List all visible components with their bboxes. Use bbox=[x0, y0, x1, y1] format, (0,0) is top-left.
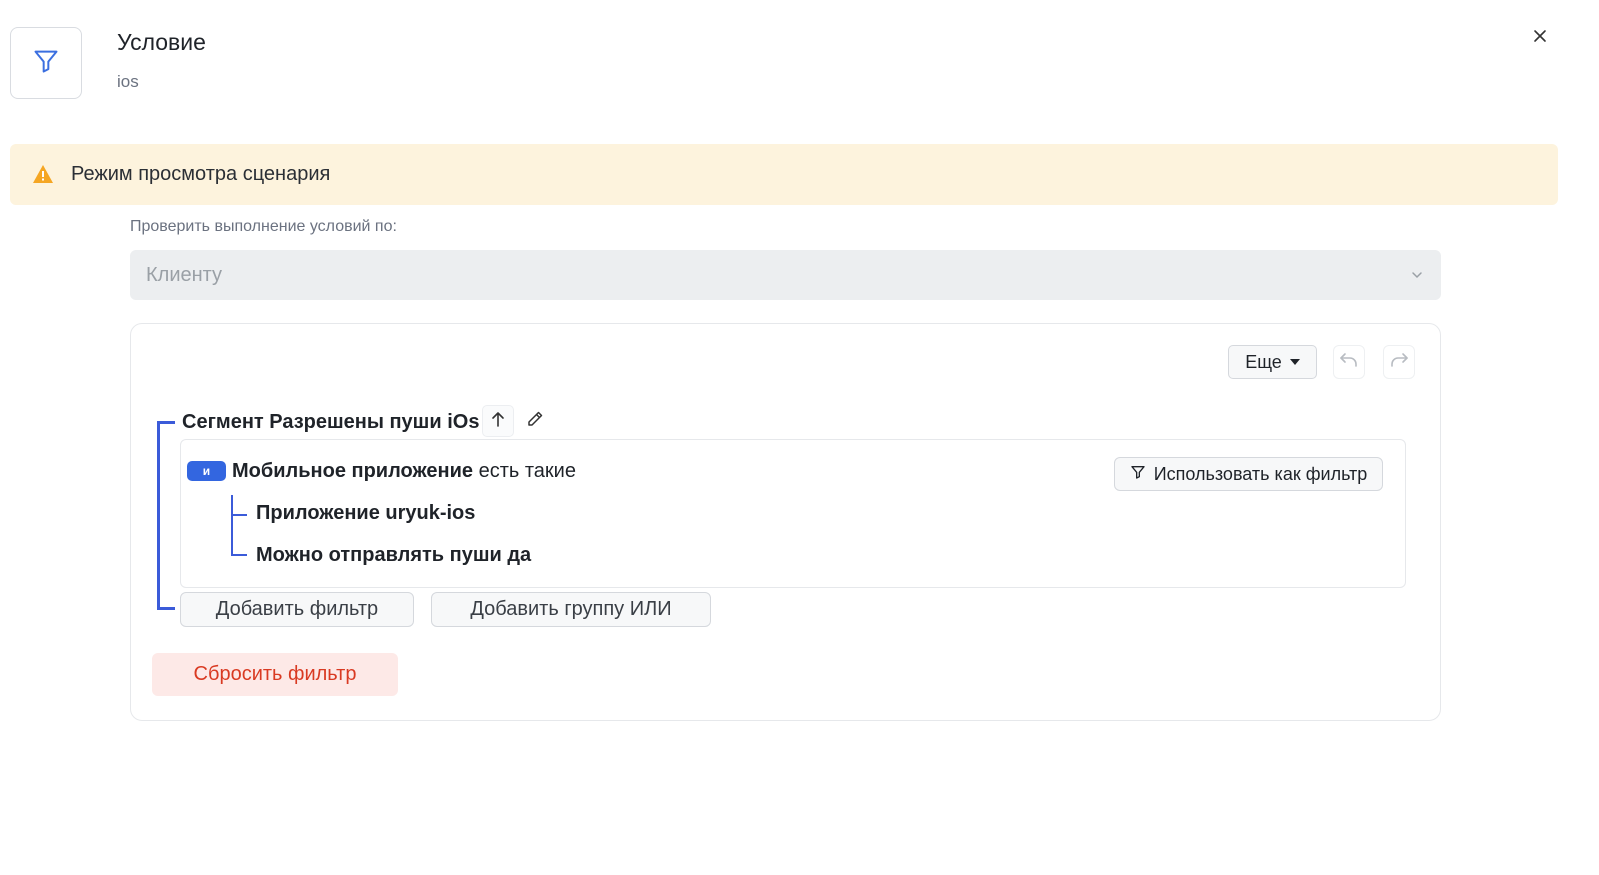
sub-condition-tick bbox=[231, 514, 247, 516]
check-by-value: Клиенту bbox=[146, 263, 223, 286]
undo-icon bbox=[1339, 352, 1359, 373]
use-as-filter-button[interactable]: Использовать как фильтр bbox=[1114, 457, 1383, 491]
check-by-label: Проверить выполнение условий по: bbox=[130, 218, 397, 235]
segment-title: Сегмент Разрешены пуши iOs bbox=[182, 411, 480, 433]
more-dropdown-button[interactable]: Еще bbox=[1228, 345, 1317, 379]
redo-icon bbox=[1389, 352, 1409, 373]
condition-mobile-app: Мобильное приложение есть такие bbox=[232, 457, 576, 485]
reset-filter-button[interactable]: Сбросить фильтр bbox=[152, 653, 398, 696]
sub-condition-bracket bbox=[231, 495, 247, 556]
add-or-group-button[interactable]: Добавить группу ИЛИ bbox=[431, 592, 711, 627]
warning-icon bbox=[32, 164, 54, 186]
segment-bracket bbox=[157, 421, 175, 610]
sub-condition-app: Приложение uryuk-ios bbox=[256, 502, 476, 524]
arrow-up-icon bbox=[491, 411, 505, 432]
redo-button[interactable] bbox=[1383, 345, 1415, 379]
edit-segment-button[interactable] bbox=[519, 405, 551, 437]
page-subtitle: ios bbox=[117, 72, 139, 91]
condition-operator: есть такие bbox=[473, 460, 576, 482]
banner-text: Режим просмотра сценария bbox=[71, 163, 331, 185]
sub-condition-push-allowed: Можно отправлять пуши да bbox=[256, 544, 532, 566]
chevron-down-icon bbox=[1411, 266, 1423, 284]
condition-field: Мобильное приложение bbox=[232, 460, 474, 482]
undo-button[interactable] bbox=[1333, 345, 1365, 379]
move-up-button[interactable] bbox=[482, 405, 514, 437]
pencil-icon bbox=[526, 410, 544, 433]
check-by-select[interactable]: Клиенту bbox=[130, 250, 1441, 300]
and-operator-badge[interactable]: и bbox=[187, 461, 226, 481]
filter-icon bbox=[32, 47, 60, 80]
close-icon bbox=[1532, 28, 1548, 49]
add-filter-button[interactable]: Добавить фильтр bbox=[180, 592, 414, 627]
condition-type-icon-box bbox=[10, 27, 82, 99]
close-button[interactable] bbox=[1528, 26, 1552, 50]
filter-icon bbox=[1130, 464, 1146, 485]
more-label: Еще bbox=[1245, 351, 1282, 372]
use-as-filter-label: Использовать как фильтр bbox=[1153, 463, 1368, 484]
page-title: Условие bbox=[117, 29, 206, 55]
caret-down-icon bbox=[1289, 359, 1300, 365]
view-mode-banner: Режим просмотра сценария bbox=[10, 144, 1558, 205]
